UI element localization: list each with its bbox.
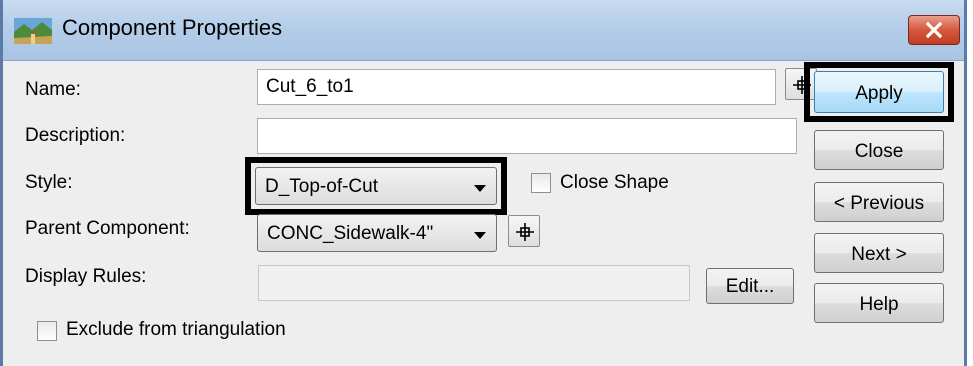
description-field[interactable] bbox=[257, 118, 797, 154]
exclude-triangulation-checkbox[interactable] bbox=[37, 321, 57, 341]
help-button[interactable]: Help bbox=[814, 283, 944, 323]
close-button-label: Close bbox=[854, 141, 904, 162]
close-x-icon bbox=[926, 22, 942, 38]
crosshair-pick-icon bbox=[516, 223, 534, 241]
road-template-icon bbox=[14, 18, 52, 44]
previous-button[interactable]: < Previous bbox=[814, 182, 944, 222]
edit-button[interactable]: Edit... bbox=[706, 268, 794, 304]
description-label: Description: bbox=[25, 125, 126, 146]
style-selected-value: D_Top-of-Cut bbox=[265, 176, 378, 197]
exclude-triangulation-label: Exclude from triangulation bbox=[66, 319, 286, 340]
dialog-body: Name: Cut_6_to1 Description: Style: D_To… bbox=[3, 61, 964, 366]
close-shape-checkbox[interactable] bbox=[531, 173, 551, 193]
close-shape-label: Close Shape bbox=[560, 172, 669, 193]
close-window-button[interactable] bbox=[908, 15, 960, 45]
next-button-label: Next > bbox=[851, 244, 907, 265]
edit-button-label: Edit... bbox=[725, 276, 775, 297]
previous-button-label: < Previous bbox=[833, 193, 925, 214]
name-field[interactable]: Cut_6_to1 bbox=[257, 69, 776, 105]
display-rules-label: Display Rules: bbox=[25, 266, 147, 287]
help-button-label: Help bbox=[859, 294, 899, 315]
component-properties-dialog: Component Properties Name: Cut_6_to1 Des… bbox=[0, 0, 967, 366]
apply-button[interactable]: Apply bbox=[814, 71, 944, 113]
chevron-down-icon bbox=[474, 232, 486, 239]
parent-selected-value: CONC_Sidewalk-4" bbox=[267, 223, 434, 244]
next-button[interactable]: Next > bbox=[814, 233, 944, 273]
chevron-down-icon bbox=[474, 185, 486, 192]
parent-component-label: Parent Component: bbox=[25, 218, 190, 239]
style-label: Style: bbox=[25, 172, 73, 193]
name-label: Name: bbox=[25, 79, 81, 100]
title-bar[interactable]: Component Properties bbox=[3, 0, 964, 61]
display-rules-field bbox=[258, 265, 690, 301]
parent-pick-button[interactable] bbox=[508, 215, 540, 247]
name-pick-button[interactable] bbox=[785, 68, 817, 100]
close-button[interactable]: Close bbox=[814, 130, 944, 170]
parent-component-dropdown[interactable]: CONC_Sidewalk-4" bbox=[257, 214, 497, 252]
apply-button-label: Apply bbox=[855, 83, 903, 104]
crosshair-pick-icon bbox=[793, 76, 811, 94]
style-dropdown[interactable]: D_Top-of-Cut bbox=[255, 167, 497, 205]
window-title: Component Properties bbox=[62, 15, 283, 40]
